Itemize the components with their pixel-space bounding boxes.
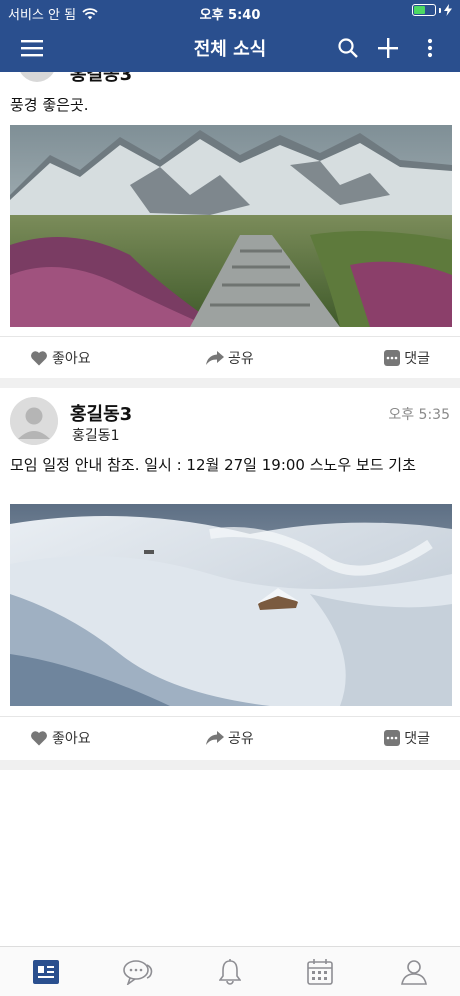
tab-profile[interactable] [394,955,434,989]
post-image[interactable] [10,504,452,706]
post-author[interactable]: 홍길동3 [70,400,132,426]
post-divider [0,760,460,770]
search-button[interactable] [332,32,364,64]
person-icon [401,960,427,985]
avatar[interactable] [10,397,58,445]
feed[interactable]: 홍길동3 풍경 좋은곳. 좋아요 공유 댓글 홍길동3 홍길동1 오후 5:35… [0,72,460,946]
like-label: 좋아요 [52,350,91,367]
post-actions: 좋아요 공유 댓글 [0,716,460,758]
comment-label: 댓글 [404,730,430,747]
post-timestamp: 오후 5:35 [388,407,450,423]
share-arrow-icon [206,350,224,365]
bell-icon [219,959,241,985]
battery-icon [412,4,436,16]
navbar: 전체 소식 [0,26,460,70]
heart-icon [31,730,47,745]
add-button[interactable] [372,32,404,64]
post-card: 홍길동3 홍길동1 오후 5:35 모임 일정 안내 참조. 일시 : 12월 … [0,388,460,760]
share-label: 공유 [228,350,254,367]
post-text: 풍경 좋은곳. [10,96,89,114]
post-group: 홍길동1 [72,428,120,444]
battery-indicator [412,4,452,16]
post-image[interactable] [10,125,452,327]
calendar-icon [307,959,333,985]
tab-bar [0,946,460,996]
more-button[interactable] [414,32,446,64]
charging-bolt-icon [444,4,452,16]
post-divider [0,378,460,388]
comment-button[interactable]: 댓글 [384,728,430,748]
tab-chat[interactable] [118,955,158,989]
share-arrow-icon [206,730,224,745]
comment-button[interactable]: 댓글 [384,348,430,368]
post-author[interactable]: 홍길동3 [70,72,132,86]
header: 서비스 안 됨 오후 5:40 전체 소식 [0,0,460,72]
default-avatar-icon [10,397,58,445]
mountain-stone-path-photo [10,125,452,327]
like-button[interactable]: 좋아요 [30,728,91,748]
chat-icon [123,960,153,985]
feed-icon [33,960,59,984]
like-button[interactable]: 좋아요 [30,348,91,368]
tab-calendar[interactable] [300,955,340,989]
app-screen: 서비스 안 됨 오후 5:40 전체 소식 홍길동3 풍경 좋은곳. 좋아요 공… [0,0,460,996]
share-button[interactable]: 공유 [206,728,254,748]
search-icon [338,38,358,58]
comment-icon [384,729,401,746]
post-text: 모임 일정 안내 참조. 일시 : 12월 27일 19:00 스노우 보드 기… [10,456,416,474]
post-card: 홍길동3 풍경 좋은곳. 좋아요 공유 댓글 [0,72,460,378]
comment-label: 댓글 [404,350,430,367]
status-bar: 서비스 안 됨 오후 5:40 [0,0,460,24]
comment-icon [384,349,401,366]
snowy-hills-cabin-photo [10,504,452,706]
share-label: 공유 [228,730,254,747]
status-time: 오후 5:40 [199,8,261,23]
plus-icon [378,38,398,58]
heart-icon [31,350,47,365]
avatar[interactable] [18,72,56,82]
like-label: 좋아요 [52,730,91,747]
share-button[interactable]: 공유 [206,348,254,368]
more-vertical-icon [427,38,433,58]
tab-notifications[interactable] [210,955,250,989]
post-actions: 좋아요 공유 댓글 [0,336,460,378]
tab-feed[interactable] [26,955,66,989]
